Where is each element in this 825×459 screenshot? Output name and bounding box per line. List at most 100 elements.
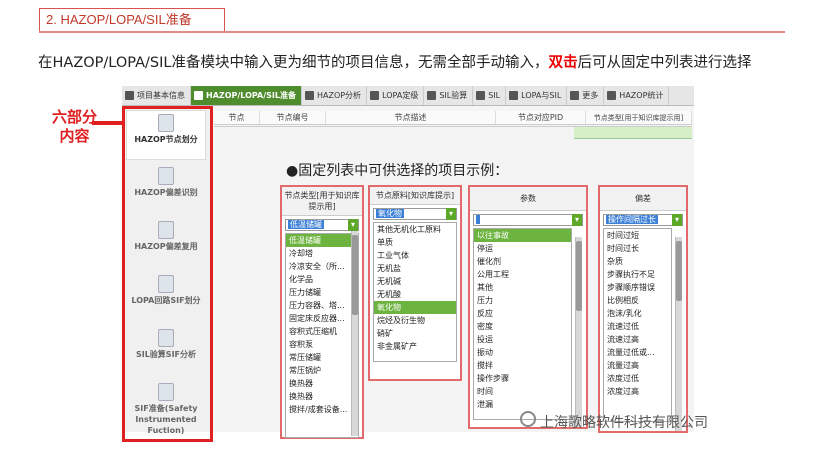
list-item[interactable]: 流速过低	[604, 320, 671, 333]
list-item[interactable]: 流速过高	[604, 333, 671, 346]
tab-sil-calc[interactable]: SIL验算	[424, 86, 474, 105]
list-item[interactable]: 压力储罐	[286, 286, 358, 299]
list-item[interactable]: 泡沫/乳化	[604, 307, 671, 320]
list-node-type: 节点类型[用于知识库提示用] 低温储罐 低温储罐 冷却塔 冷凉安全（所... 化…	[280, 185, 364, 439]
list-item[interactable]: 时间过短	[604, 229, 671, 242]
list-item[interactable]: 反应	[474, 307, 571, 320]
list-item[interactable]: 其他	[474, 281, 571, 294]
list-item[interactable]: 步骤顺序错误	[604, 281, 671, 294]
list-header: 节点原料[知识库提示]	[370, 187, 460, 205]
headline-pre: 在HAZOP/LOPA/SIL准备模块中输入更为细节的项目信息，无需全部手动输入…	[38, 55, 549, 71]
callout-arrow-icon	[92, 115, 133, 131]
tab-more[interactable]: 更多	[567, 86, 605, 105]
list-item[interactable]: 操作步骤	[474, 372, 571, 385]
list-select[interactable]	[473, 214, 583, 226]
list-items: 其他无机化工原料 单质 工业气体 无机盐 无机碱 无机酸 氧化物 烷烃及衍生物 …	[373, 222, 457, 362]
tab-lopa[interactable]: LOPA定级	[367, 86, 425, 105]
module-tabs: 项目基本信息 HAZOP/LOPA/SIL准备 HAZOP分析 LOPA定级 S…	[122, 86, 694, 106]
list-item[interactable]: 催化剂	[474, 255, 571, 268]
list-item[interactable]: 搅拌	[474, 359, 571, 372]
list-item[interactable]: 步骤执行不足	[604, 268, 671, 281]
column-header[interactable]: 节点编号	[260, 111, 326, 124]
list-item[interactable]: 容积泵	[286, 338, 358, 351]
list-item[interactable]: 冷却塔	[286, 247, 358, 260]
headline-post: 后可从固定中列表进行选择	[577, 55, 752, 71]
list-item[interactable]: 非金属矿产	[374, 340, 456, 353]
list-item[interactable]: 烷烃及衍生物	[374, 314, 456, 327]
list-node-material: 节点原料[知识库提示] 氧化物 其他无机化工原料 单质 工业气体 无机盐 无机碱…	[368, 185, 462, 381]
tab-hazop-analysis[interactable]: HAZOP分析	[302, 86, 368, 105]
list-scrollbar[interactable]	[675, 237, 682, 431]
list-item[interactable]: 冷凉安全（所...	[286, 260, 358, 273]
watermark: 上海歌略软件科技有限公司	[540, 415, 708, 431]
layers-icon	[370, 91, 380, 100]
wechat-icon	[520, 411, 536, 427]
list-item[interactable]: 杂质	[604, 255, 671, 268]
list-header: 节点类型[用于知识库提示用]	[282, 187, 362, 216]
callout-label: 六部分 内容	[52, 108, 97, 146]
list-items: 以往事故 停运 催化剂 公用工程 其他 压力 反应 密度 投运 振动 搅拌 操作…	[473, 228, 572, 420]
list-item[interactable]: 无机碱	[374, 275, 456, 288]
list-item[interactable]: 振动	[474, 346, 571, 359]
list-item[interactable]: 氧化物	[374, 301, 456, 314]
column-header[interactable]: 节点	[214, 111, 260, 124]
title-divider	[39, 31, 785, 33]
tab-hazop-stats[interactable]: HAZOP统计	[604, 86, 670, 105]
tab-lopa-sil[interactable]: LOPA与SIL	[506, 86, 568, 105]
grid-selected-cell[interactable]	[574, 127, 692, 139]
tab-hazop-prep[interactable]: HAZOP/LOPA/SIL准备	[191, 86, 302, 105]
tab-sil[interactable]: SIL	[473, 86, 507, 105]
column-header[interactable]: 节点对应PID	[496, 111, 586, 124]
list-item[interactable]: 单质	[374, 236, 456, 249]
sil-icon	[476, 91, 486, 100]
list-scrollbar[interactable]	[351, 231, 358, 436]
list-item[interactable]: 容积式压缩机	[286, 325, 358, 338]
list-item[interactable]: 换热器	[286, 390, 358, 403]
grid-header: 节点 节点编号 节点描述 节点对应PID 节点类型[用于知识库提示用]	[214, 111, 692, 125]
stats-icon	[607, 91, 617, 100]
list-item[interactable]: 公用工程	[474, 268, 571, 281]
list-item[interactable]: 换热器	[286, 377, 358, 390]
list-item[interactable]: 无机盐	[374, 262, 456, 275]
tab-project-info[interactable]: 项目基本信息	[122, 86, 191, 105]
list-item[interactable]: 时间过长	[604, 242, 671, 255]
list-item[interactable]: 硝矿	[374, 327, 456, 340]
list-select[interactable]: 操作间隔过长	[603, 214, 683, 226]
list-scrollbar[interactable]	[575, 237, 582, 427]
list-select[interactable]: 氧化物	[373, 208, 457, 220]
column-header[interactable]: 节点描述	[326, 111, 496, 124]
list-item[interactable]: 浓度过高	[604, 385, 671, 398]
info-icon	[125, 91, 134, 100]
list-item[interactable]: 化学品	[286, 273, 358, 286]
list-parameter: 参数 以往事故 停运 催化剂 公用工程 其他 压力 反应 密度 投运 振动 搅拌…	[468, 185, 588, 429]
list-item[interactable]: 无机酸	[374, 288, 456, 301]
list-item[interactable]: 投运	[474, 333, 571, 346]
list-item[interactable]: 常压储罐	[286, 351, 358, 364]
list-item[interactable]: 流量过低或...	[604, 346, 671, 359]
list-items: 时间过短 时间过长 杂质 步骤执行不足 步骤顺序错误 比例相反 泡沫/乳化 流速…	[603, 228, 672, 422]
link-icon	[509, 91, 519, 100]
list-item[interactable]: 以往事故	[474, 229, 571, 242]
calc-icon	[427, 91, 437, 100]
list-deviation: 偏差 操作间隔过长 时间过短 时间过长 杂质 步骤执行不足 步骤顺序错误 比例相…	[598, 185, 688, 433]
list-item[interactable]: 比例相反	[604, 294, 671, 307]
column-header[interactable]: 节点类型[用于知识库提示用]	[586, 111, 692, 124]
list-item[interactable]: 浓度过低	[604, 372, 671, 385]
list-item[interactable]: 密度	[474, 320, 571, 333]
list-item[interactable]: 停运	[474, 242, 571, 255]
headline-highlight: 双击	[548, 55, 578, 71]
list-item[interactable]: 其他无机化工原料	[374, 223, 456, 236]
list-item[interactable]: 泄漏	[474, 398, 571, 411]
more-icon	[570, 91, 580, 100]
list-item[interactable]: 搅拌/成套设备...	[286, 403, 358, 416]
list-select[interactable]: 低温储罐	[285, 219, 359, 231]
list-item[interactable]: 压力容器、塔...	[286, 299, 358, 312]
section-title: 2. HAZOP/LOPA/SIL准备	[39, 8, 225, 32]
list-item[interactable]: 工业气体	[374, 249, 456, 262]
list-item[interactable]: 流量过高	[604, 359, 671, 372]
list-item[interactable]: 常压锅炉	[286, 364, 358, 377]
list-item[interactable]: 压力	[474, 294, 571, 307]
list-item[interactable]: 固定床反应器...	[286, 312, 358, 325]
list-item[interactable]: 时间	[474, 385, 571, 398]
list-item[interactable]: 低温储罐	[286, 234, 358, 247]
